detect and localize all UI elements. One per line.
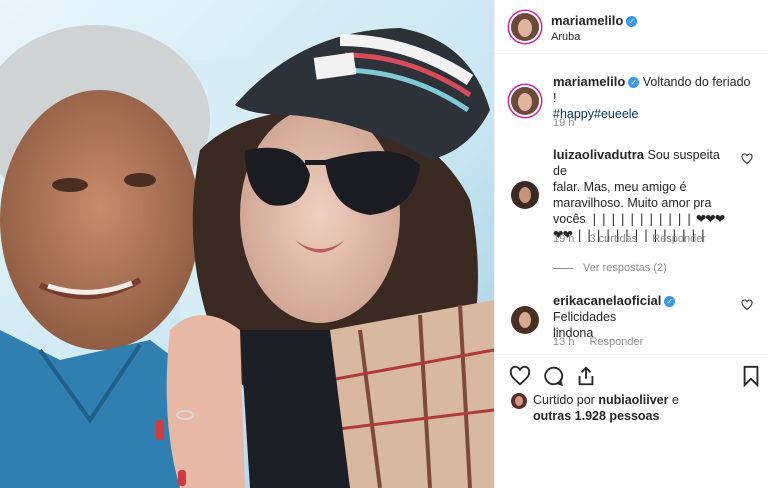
comment-reply-button[interactable]: Responder — [652, 233, 706, 245]
author-avatar[interactable] — [511, 13, 539, 41]
view-replies-label[interactable]: Ver respostas (2) — [583, 262, 667, 274]
comment-username[interactable]: luizaolivadutra — [553, 147, 644, 162]
action-bar — [495, 354, 768, 395]
comment-avatar[interactable] — [511, 306, 539, 334]
liker-username[interactable]: nubiaoliiver — [598, 393, 668, 407]
comment-text-line: vocês — [553, 212, 586, 226]
heart-icon[interactable] — [741, 299, 753, 311]
share-icon[interactable] — [575, 365, 597, 387]
author-username[interactable]: mariamelilo — [551, 13, 623, 28]
comment-avatar[interactable] — [511, 181, 539, 209]
comment: erikacanelaoficial ✓ Felicidades lindona — [553, 293, 733, 341]
bookmark-icon[interactable] — [741, 365, 761, 387]
likes-conj: e — [671, 393, 679, 407]
comment-time[interactable]: 13 h — [553, 336, 574, 348]
selfie-image — [0, 0, 494, 488]
comment-likes[interactable]: 3 curtidas — [589, 233, 637, 245]
post-header: mariamelilo ✓ Aruba — [495, 0, 768, 54]
comment: luizaolivadutra Sou suspeita de falar. M… — [553, 147, 733, 243]
likes-prefix: Curtido por — [533, 393, 595, 407]
comment-reply-button[interactable]: Responder — [589, 336, 643, 348]
comment-text-line: falar. Mas, meu amigo é — [553, 180, 687, 194]
post-location[interactable]: Aruba — [551, 30, 637, 45]
comment-icon[interactable] — [542, 365, 564, 387]
caption-avatar[interactable] — [511, 87, 539, 115]
post-photo[interactable] — [0, 0, 494, 488]
comment-text-line: maravilhoso. Muito amor pra — [553, 196, 712, 210]
post-side-panel: mariamelilo ✓ Aruba mariamelilo ✓ Voltando… — [494, 0, 768, 488]
verified-icon: ✓ — [628, 77, 640, 88]
caption-time[interactable]: 19 h — [553, 117, 574, 129]
caption-username[interactable]: mariamelilo — [553, 74, 625, 89]
view-replies[interactable]: Ver respostas (2) — [553, 262, 667, 274]
verified-icon: ✓ — [664, 296, 676, 307]
replies-divider — [553, 267, 573, 269]
likes-others[interactable]: outras 1.928 pessoas — [533, 409, 659, 423]
verified-icon: ✓ — [626, 16, 638, 27]
comment-meta: 19 h 3 curtidas Responder — [553, 233, 706, 245]
caption: mariamelilo ✓ Voltando do feriado ! #happ… — [553, 74, 753, 122]
comment-username[interactable]: erikacanelaoficial — [553, 293, 661, 308]
comment-time[interactable]: 19 h — [553, 233, 574, 245]
heart-icon[interactable] — [509, 365, 531, 387]
heart-icon[interactable] — [741, 153, 753, 165]
liker-avatar[interactable] — [511, 393, 527, 409]
likes-summary: Curtido por nubiaoliiver e outras 1.928 … — [533, 392, 753, 424]
comment-text-line: Felicidades — [553, 310, 617, 324]
comment-meta: 13 h Responder — [553, 336, 643, 348]
